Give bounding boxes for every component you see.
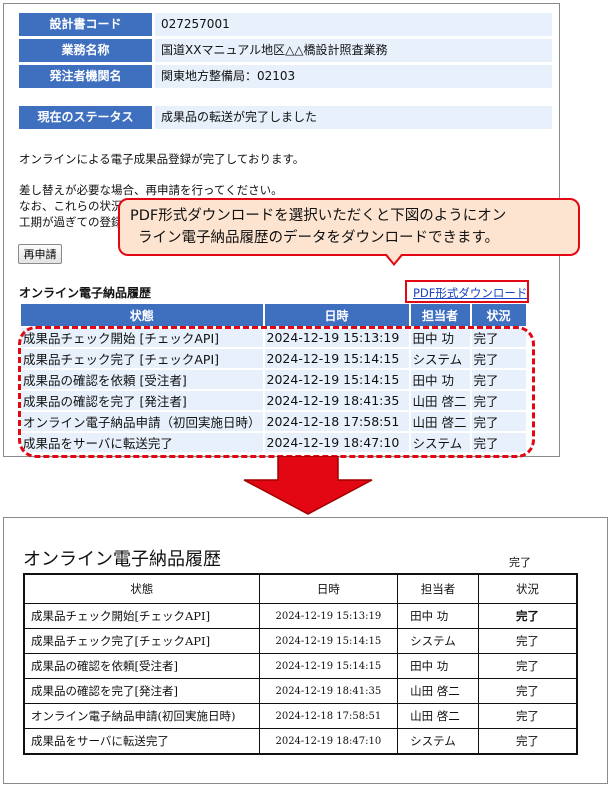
doc-status: 完了 xyxy=(509,556,531,569)
doc-cell-status: 完了 xyxy=(477,628,578,654)
callout-line-2: ライン電子納品履歴のデータをダウンロードできます。 xyxy=(138,230,500,246)
status-label: 現在のステータス xyxy=(19,106,152,129)
doc-cell-state: 成果品の確認を依頼[受注者] xyxy=(23,653,260,679)
info-value: 国道XXマニュアル地区△△橋設計照査業務 xyxy=(155,39,552,62)
table-row: オンライン電子納品申請(初回実施日時) 2024-12-18 17:58:51 … xyxy=(23,703,578,729)
status-row: 現在のステータス 成果品の転送が完了しました xyxy=(19,106,552,129)
doc-cell-person: システム xyxy=(397,728,479,755)
doc-header-datetime: 日時 xyxy=(258,573,399,604)
doc-header-person: 担当者 xyxy=(397,573,479,604)
table-row: 成果品チェック完了[チェックAPI] 2024-12-19 15:14:15 シ… xyxy=(23,628,578,654)
header-person: 担当者 xyxy=(410,304,470,326)
info-row-design-code: 設計書コード 027257001 xyxy=(19,13,552,36)
pdf-document-preview: オンライン電子納品履歴 完了 状態 日時 担当者 状況 成果品チェック開始[チェ… xyxy=(3,517,608,784)
doc-cell-state: 成果品チェック完了[チェックAPI] xyxy=(23,628,260,654)
doc-cell-datetime: 2024-12-19 15:14:15 xyxy=(258,653,399,679)
status-value: 成果品の転送が完了しました xyxy=(155,106,552,129)
info-label: 設計書コード xyxy=(19,13,152,36)
doc-cell-datetime: 2024-12-19 18:47:10 xyxy=(258,728,399,755)
doc-cell-person: 山田 啓二 xyxy=(397,678,479,704)
table-row: 成果品をサーバに転送完了 2024-12-19 18:47:10 システム 完了 xyxy=(23,728,578,755)
doc-cell-state: オンライン電子納品申請(初回実施日時) xyxy=(23,703,260,729)
doc-header-status: 状況 xyxy=(477,573,578,604)
doc-cell-datetime: 2024-12-19 15:13:19 xyxy=(258,603,399,629)
header-state: 状態 xyxy=(21,304,263,326)
header-status: 状況 xyxy=(471,304,526,326)
header-datetime: 日時 xyxy=(264,304,409,326)
message-complete: オンラインによる電子成果品登録が完了しております。 xyxy=(19,152,305,166)
doc-cell-person: 山田 啓二 xyxy=(397,703,479,729)
message-note: なお、これらの状況は xyxy=(19,199,134,213)
history-header-row: 状態 日時 担当者 状況 xyxy=(21,304,526,326)
doc-cell-datetime: 2024-12-18 17:58:51 xyxy=(258,703,399,729)
info-value: 関東地方整備局：02103 xyxy=(155,65,552,88)
info-label: 発注者機関名 xyxy=(19,65,152,88)
doc-header-row: 状態 日時 担当者 状況 xyxy=(23,573,578,604)
history-rows-highlight xyxy=(18,326,535,458)
doc-cell-status: 完了 xyxy=(477,703,578,729)
table-row: 成果品チェック開始[チェックAPI] 2024-12-19 15:13:19 田… xyxy=(23,603,578,629)
info-label: 業務名称 xyxy=(19,39,152,62)
table-row: 成果品の確認を依頼[受注者] 2024-12-19 15:14:15 田中 功 … xyxy=(23,653,578,679)
doc-cell-person: システム xyxy=(397,628,479,654)
doc-cell-state: 成果品チェック開始[チェックAPI] xyxy=(23,603,260,629)
callout-line-1: PDF形式ダウンロードを選択いただくと下図のようにオン xyxy=(130,208,507,224)
info-row-client-agency: 発注者機関名 関東地方整備局：02103 xyxy=(19,65,552,88)
table-row: 成果品の確認を完了[発注者] 2024-12-19 18:41:35 山田 啓二… xyxy=(23,678,578,704)
doc-cell-status: 完了 xyxy=(477,603,578,629)
doc-cell-person: 田中 功 xyxy=(397,653,479,679)
doc-cell-state: 成果品の確認を完了[発注者] xyxy=(23,678,260,704)
callout-text: PDF形式ダウンロードを選択いただくと下図のようにオン ライン電子納品履歴のデー… xyxy=(130,205,570,249)
doc-cell-status: 完了 xyxy=(477,653,578,679)
doc-cell-datetime: 2024-12-19 18:41:35 xyxy=(258,678,399,704)
message-reapply: 差し替えが必要な場合、再申請を行ってください。 xyxy=(19,183,283,197)
history-title: オンライン電子納品履歴 xyxy=(19,286,152,300)
doc-cell-status: 完了 xyxy=(477,728,578,755)
message-late: 工期が過ぎての登録 xyxy=(19,215,123,229)
callout-tail-fill xyxy=(386,253,402,263)
down-arrow-icon xyxy=(243,456,373,515)
doc-header-state: 状態 xyxy=(23,573,260,604)
info-value: 027257001 xyxy=(155,13,552,36)
doc-cell-status: 完了 xyxy=(477,678,578,704)
doc-history-table: 状態 日時 担当者 状況 成果品チェック開始[チェックAPI] 2024-12-… xyxy=(23,573,578,755)
doc-cell-state: 成果品をサーバに転送完了 xyxy=(23,728,260,755)
info-row-project-name: 業務名称 国道XXマニュアル地区△△橋設計照査業務 xyxy=(19,39,552,62)
doc-cell-datetime: 2024-12-19 15:14:15 xyxy=(258,628,399,654)
doc-title: オンライン電子納品履歴 xyxy=(23,549,221,570)
pdf-link-highlight xyxy=(405,280,529,303)
reapply-button[interactable]: 再申請 xyxy=(18,244,62,264)
doc-cell-person: 田中 功 xyxy=(397,603,479,629)
